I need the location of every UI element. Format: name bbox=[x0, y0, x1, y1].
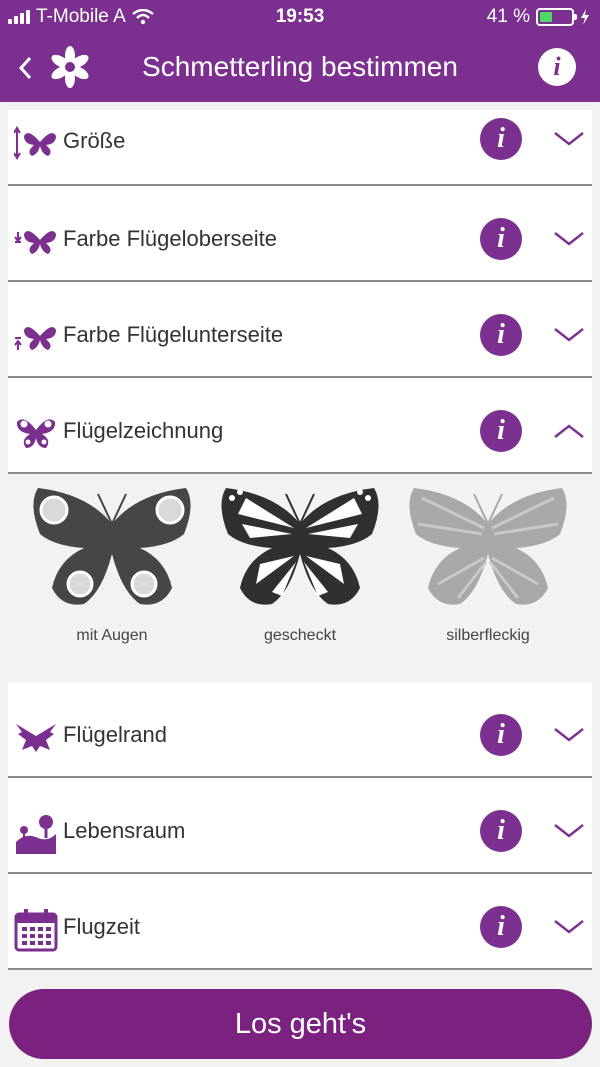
info-button[interactable]: i bbox=[480, 118, 522, 160]
filter-row-flight-time[interactable]: Flugzeit i bbox=[8, 874, 592, 970]
option-label: silberfleckig bbox=[446, 627, 530, 644]
info-button[interactable]: i bbox=[480, 810, 522, 852]
option-checkered[interactable]: gescheckt bbox=[215, 484, 385, 645]
butterfly-size-icon bbox=[14, 126, 56, 160]
start-button[interactable]: Los geht's bbox=[9, 989, 592, 1059]
filter-row-size[interactable]: Größe i bbox=[8, 110, 592, 186]
chevron-up-icon[interactable] bbox=[553, 422, 585, 440]
chevron-down-icon[interactable] bbox=[553, 822, 585, 840]
option-label: mit Augen bbox=[76, 627, 148, 644]
battery-percent: 41 % bbox=[486, 6, 530, 27]
butterfly-checkered-icon bbox=[221, 488, 379, 605]
nav-bar: Schmetterling bestimmen i bbox=[0, 34, 600, 102]
battery-icon bbox=[536, 8, 577, 26]
filter-label: Flugzeit bbox=[63, 914, 141, 939]
butterfly-pattern-icon bbox=[16, 419, 56, 448]
option-eyespots[interactable]: mit Augen bbox=[27, 484, 197, 645]
charging-icon bbox=[581, 9, 589, 25]
info-button[interactable]: i bbox=[480, 714, 522, 756]
butterfly-edge-icon bbox=[16, 724, 56, 752]
calendar-icon bbox=[14, 909, 58, 952]
chevron-down-icon[interactable] bbox=[553, 326, 585, 344]
chevron-down-icon[interactable] bbox=[553, 230, 585, 248]
filter-row-wing-edge[interactable]: Flügelrand i bbox=[8, 682, 592, 778]
battery-level bbox=[540, 12, 553, 22]
info-button[interactable]: i bbox=[538, 48, 576, 86]
butterfly-silver-spotted-icon bbox=[409, 488, 567, 605]
info-button[interactable]: i bbox=[480, 410, 522, 452]
filter-label: Farbe Flügelunterseite bbox=[63, 322, 284, 347]
filter-label: Flügelzeichnung bbox=[63, 418, 224, 443]
battery-info: 41 % bbox=[487, 6, 590, 28]
butterfly-eyespots-icon bbox=[33, 488, 191, 605]
filter-row-underside-color[interactable]: Farbe Flügelunterseite i bbox=[8, 282, 592, 378]
butterfly-upperside-icon bbox=[14, 231, 56, 254]
filter-row-habitat[interactable]: Lebensraum i bbox=[8, 778, 592, 874]
butterfly-underside-icon bbox=[14, 327, 56, 350]
habitat-icon bbox=[16, 815, 56, 854]
filter-label: Farbe Flügeloberseite bbox=[63, 226, 278, 251]
option-silver-spotted[interactable]: silberfleckig bbox=[403, 484, 573, 645]
filter-list: Größe i Farbe Flügeloberseite i Farbe Fl… bbox=[8, 110, 592, 970]
filter-row-wing-pattern[interactable]: Flügelzeichnung i bbox=[8, 378, 592, 474]
chevron-down-icon[interactable] bbox=[553, 918, 585, 936]
page-title: Schmetterling bestimmen bbox=[142, 51, 458, 82]
info-button[interactable]: i bbox=[480, 218, 522, 260]
chevron-down-icon[interactable] bbox=[553, 726, 585, 744]
option-label: gescheckt bbox=[263, 627, 337, 644]
filter-label: Lebensraum bbox=[63, 818, 186, 843]
chevron-down-icon[interactable] bbox=[553, 130, 585, 148]
status-bar: T-Mobile A 19:53 41 % bbox=[0, 0, 600, 34]
info-button[interactable]: i bbox=[480, 314, 522, 356]
wing-pattern-options: mit Augen gescheckt silberfleckig bbox=[8, 474, 592, 682]
info-button[interactable]: i bbox=[480, 906, 522, 948]
filter-label: Größe bbox=[63, 128, 126, 153]
filter-label: Flügelrand bbox=[63, 722, 167, 747]
filter-row-upperside-color[interactable]: Farbe Flügeloberseite i bbox=[8, 186, 592, 282]
